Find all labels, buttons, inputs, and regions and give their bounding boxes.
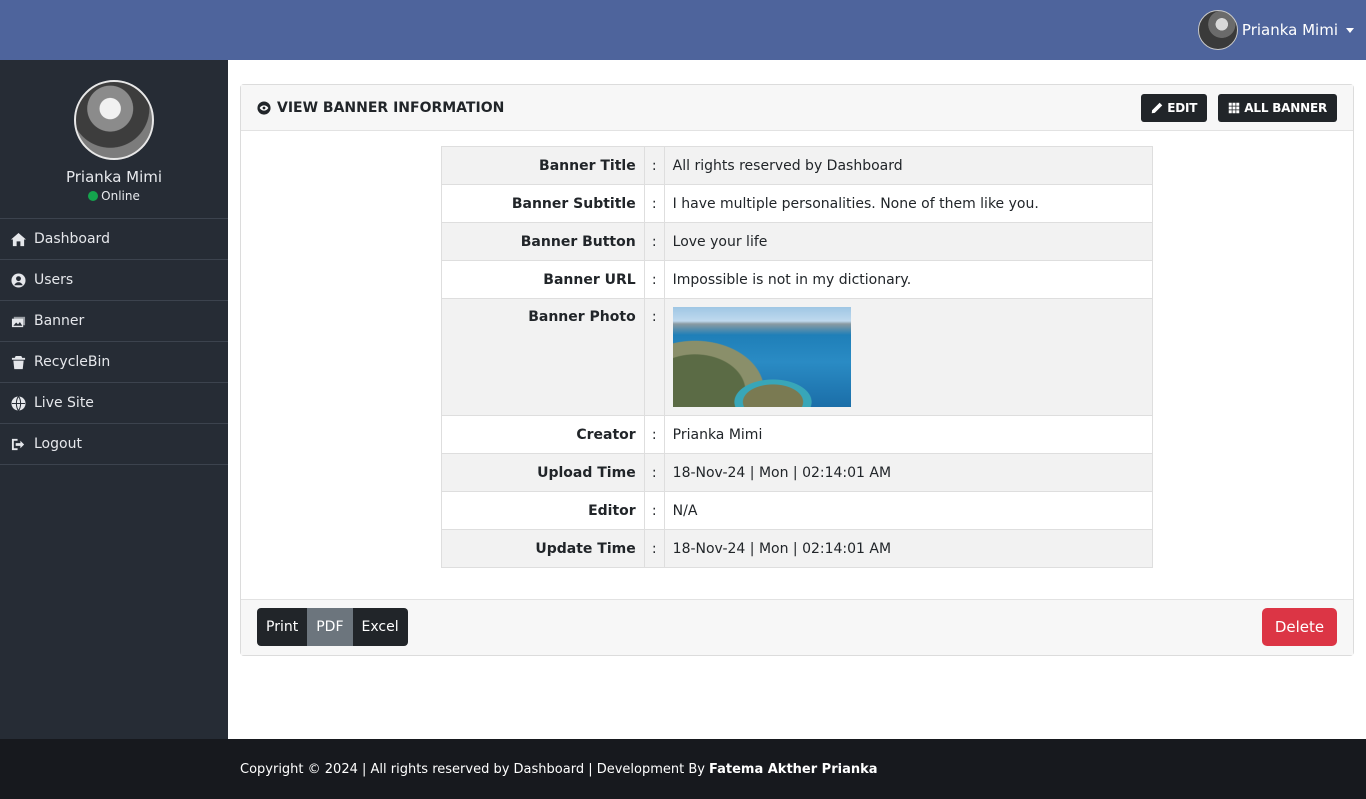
sidebar-item-label: Dashboard [34, 231, 110, 247]
pdf-button[interactable]: PDF [307, 608, 353, 646]
sidebar-item-logout[interactable]: Logout [0, 424, 228, 465]
export-button-group: Print PDF Excel [257, 608, 408, 646]
sidebar-item-label: Banner [34, 313, 85, 329]
globe-icon [10, 395, 26, 411]
table-row: Banner Title : All rights reserved by Da… [441, 146, 1154, 185]
sidebar-item-users[interactable]: Users [0, 260, 228, 301]
banner-photo [672, 307, 851, 407]
sidebar-item-dashboard[interactable]: Dashboard [0, 219, 228, 260]
card-footer: Print PDF Excel Delete [241, 599, 1353, 655]
status-indicator: Online [0, 189, 228, 203]
edit-button-label: EDIT [1167, 100, 1198, 115]
row-value: 18-Nov-24 | Mon | 02:14:01 AM [663, 453, 1154, 492]
row-value [663, 298, 1154, 416]
card-header: VIEW BANNER INFORMATION EDIT ALL BANNER [241, 85, 1353, 131]
row-separator: : [643, 491, 665, 530]
row-label: Editor [441, 491, 645, 530]
row-separator: : [643, 222, 665, 261]
status-text: Online [101, 189, 140, 203]
table-row: Banner URL : Impossible is not in my dic… [441, 260, 1154, 299]
row-separator: : [643, 184, 665, 223]
print-button[interactable]: Print [257, 608, 308, 646]
table-row: Banner Button : Love your life [441, 222, 1154, 261]
sidebar-item-label: Users [34, 272, 74, 288]
top-navbar: Prianka Mimi [0, 0, 1366, 60]
trash-icon [10, 354, 26, 370]
row-separator: : [643, 298, 665, 416]
row-separator: : [643, 260, 665, 299]
online-dot-icon [88, 191, 99, 201]
profile-avatar [74, 80, 154, 160]
sign-out-icon [10, 436, 26, 452]
row-label: Creator [441, 415, 645, 454]
table-row: Creator : Prianka Mimi [441, 415, 1154, 454]
row-label: Banner Subtitle [441, 184, 645, 223]
row-value: Love your life [663, 222, 1154, 261]
all-banner-button-label: ALL BANNER [1244, 100, 1327, 115]
user-menu-toggle[interactable]: Prianka Mimi [1197, 10, 1354, 50]
row-label: Banner URL [441, 260, 645, 299]
banner-info-table: Banner Title : All rights reserved by Da… [441, 146, 1154, 568]
images-icon [10, 313, 26, 329]
row-value: 18-Nov-24 | Mon | 02:14:01 AM [663, 529, 1154, 568]
card-title: VIEW BANNER INFORMATION [257, 100, 504, 116]
table-row: Editor : N/A [441, 491, 1154, 530]
user-name: Prianka Mimi [1241, 21, 1338, 39]
sidebar-item-live-site[interactable]: Live Site [0, 383, 228, 424]
page-footer: Copyright © 2024 | All rights reserved b… [0, 739, 1366, 799]
avatar [1197, 10, 1238, 50]
footer-author-link[interactable]: Fatema Akther Prianka [709, 762, 878, 777]
table-row: Upload Time : 18-Nov-24 | Mon | 02:14:01… [441, 453, 1154, 492]
card-title-text: VIEW BANNER INFORMATION [277, 99, 505, 116]
row-separator: : [643, 529, 665, 568]
edit-button[interactable]: EDIT [1141, 93, 1208, 122]
pencil-icon [1152, 102, 1163, 113]
excel-button[interactable]: Excel [352, 608, 408, 646]
delete-button[interactable]: Delete [1262, 608, 1337, 646]
row-label: Banner Title [441, 146, 645, 185]
row-label: Update Time [441, 529, 645, 568]
sidebar-item-banner[interactable]: Banner [0, 301, 228, 342]
all-banner-button[interactable]: ALL BANNER [1218, 93, 1337, 122]
sidebar-profile: Prianka Mimi Online [0, 60, 228, 219]
sidebar-item-recyclebin[interactable]: RecycleBin [0, 342, 228, 383]
row-separator: : [643, 146, 665, 185]
home-icon [10, 231, 26, 247]
row-label: Banner Button [441, 222, 645, 261]
caret-down-icon [1346, 27, 1354, 33]
sidebar-item-label: Logout [34, 436, 82, 452]
row-value: Prianka Mimi [663, 415, 1154, 454]
row-value: N/A [663, 491, 1154, 530]
sidebar: Prianka Mimi Online Dashboard Users Bann… [0, 60, 228, 739]
banner-info-card: VIEW BANNER INFORMATION EDIT ALL BANNER … [240, 84, 1354, 656]
row-label: Banner Photo [441, 298, 645, 416]
grid-icon [1229, 102, 1240, 113]
row-value: All rights reserved by Dashboard [663, 146, 1154, 185]
eye-circle-icon [257, 100, 271, 115]
table-row: Update Time : 18-Nov-24 | Mon | 02:14:01… [441, 529, 1154, 568]
table-row: Banner Subtitle : I have multiple person… [441, 184, 1154, 223]
row-value: I have multiple personalities. None of t… [663, 184, 1154, 223]
profile-name: Prianka Mimi [65, 168, 163, 186]
user-circle-icon [10, 272, 26, 288]
row-separator: : [643, 453, 665, 492]
row-separator: : [643, 415, 665, 454]
footer-text: Copyright © 2024 | All rights reserved b… [240, 761, 705, 777]
sidebar-item-label: RecycleBin [34, 354, 111, 370]
row-value: Impossible is not in my dictionary. [663, 260, 1154, 299]
table-row: Banner Photo : [441, 298, 1154, 416]
row-label: Upload Time [441, 453, 645, 492]
sidebar-item-label: Live Site [34, 395, 94, 411]
